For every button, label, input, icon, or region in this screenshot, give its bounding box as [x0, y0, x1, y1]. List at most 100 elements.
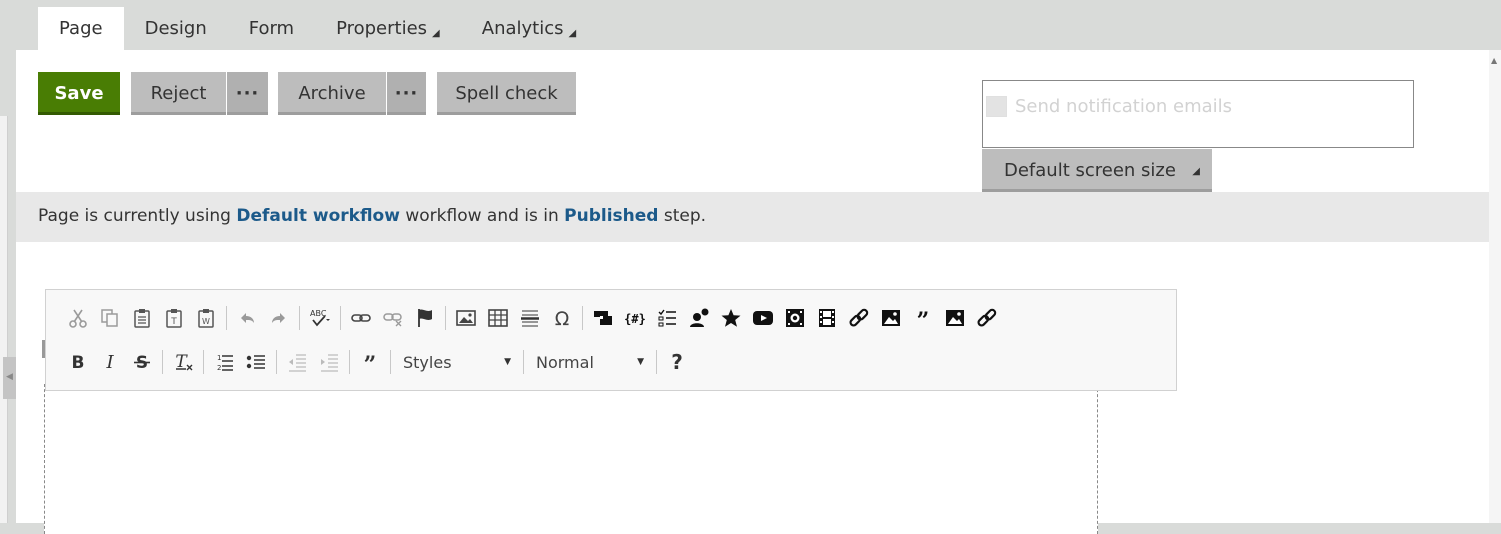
svg-text:Ω: Ω [555, 308, 570, 329]
anchor-icon[interactable] [409, 302, 441, 334]
tab-properties[interactable]: Properties ◢ [315, 7, 461, 50]
tab-form[interactable]: Form [228, 7, 315, 50]
cut-icon[interactable] [62, 302, 94, 334]
toolbar-separator [203, 350, 204, 374]
svg-text:W: W [202, 317, 210, 326]
tab-page[interactable]: Page [38, 7, 124, 50]
workflow-info-prefix: Page is currently using [38, 206, 237, 226]
outdent-icon[interactable] [281, 346, 313, 378]
macro-icon[interactable]: {#} [619, 302, 651, 334]
special-char-icon[interactable]: Ω [546, 302, 578, 334]
svg-text:”: ” [364, 352, 377, 373]
editor-content-area[interactable] [44, 384, 1098, 534]
copy-icon[interactable] [94, 302, 126, 334]
workflow-info-text: Page is currently using Default workflow… [38, 206, 706, 226]
toolbar-separator [656, 350, 657, 374]
image-icon[interactable] [450, 302, 482, 334]
vertical-scrollbar[interactable]: ▲ [1489, 50, 1501, 523]
italic-icon[interactable]: I [94, 346, 126, 378]
film-icon[interactable] [811, 302, 843, 334]
help-icon[interactable]: ? [661, 346, 693, 378]
quick-link-icon[interactable] [843, 302, 875, 334]
spell-check-button[interactable]: Spell check [437, 72, 576, 115]
format-dropdown-label: Normal [536, 352, 594, 372]
dropdown-arrow-icon: ▼ [637, 357, 644, 367]
tab-analytics[interactable]: Analytics ◢ [461, 7, 597, 50]
svg-text:2: 2 [217, 364, 221, 372]
screen-size-dropdown[interactable]: Default screen size ◢ [982, 149, 1212, 192]
toolbar-row-1: T W ABC Ω {#} ” [62, 302, 1003, 334]
tab-label: Analytics [481, 18, 564, 39]
insert-link-icon[interactable] [971, 302, 1003, 334]
caret-down-icon: ◢ [1192, 166, 1200, 177]
toolbar-separator [162, 350, 163, 374]
workflow-info-middle: workflow and is in [399, 206, 565, 226]
star-icon[interactable] [715, 302, 747, 334]
format-dropdown[interactable]: Normal ▼ [528, 348, 652, 376]
spellcheck-icon[interactable]: ABC [304, 302, 336, 334]
redo-icon[interactable] [263, 302, 295, 334]
save-button[interactable]: Save [38, 72, 120, 115]
workflow-step-link[interactable]: Published [564, 206, 658, 226]
paste-word-icon[interactable]: W [190, 302, 222, 334]
remove-format-icon[interactable]: T [167, 346, 199, 378]
media-icon[interactable] [779, 302, 811, 334]
tab-label: Design [144, 18, 207, 39]
scroll-up-icon[interactable]: ▲ [1491, 56, 1497, 65]
paste-icon[interactable] [126, 302, 158, 334]
svg-text:B: B [72, 353, 85, 373]
user-add-icon[interactable] [683, 302, 715, 334]
archive-button[interactable]: Archive [278, 72, 386, 115]
paste-text-icon[interactable]: T [158, 302, 190, 334]
bullet-list-icon[interactable] [240, 346, 272, 378]
horizontal-line-icon[interactable] [514, 302, 546, 334]
toolbar-separator [390, 350, 391, 374]
svg-text:”: ” [917, 308, 930, 329]
reject-button[interactable]: Reject [131, 72, 226, 115]
tab-label: Page [59, 18, 103, 39]
quote-icon[interactable]: ” [907, 302, 939, 334]
svg-text:1: 1 [217, 354, 221, 362]
tab-bar: Page Design Form Properties ◢ Analytics ◢ [38, 7, 597, 50]
help-label: ? [671, 350, 683, 374]
styles-dropdown[interactable]: Styles ▼ [395, 348, 519, 376]
notification-panel: Send notification emails [982, 80, 1414, 148]
toolbar-separator [276, 350, 277, 374]
toolbar-separator [340, 306, 341, 330]
toolbar-separator [226, 306, 227, 330]
toolbar-separator [582, 306, 583, 330]
dropdown-arrow-icon: ▼ [504, 357, 511, 367]
toolbar-separator [523, 350, 524, 374]
workflow-info-bar: Page is currently using Default workflow… [16, 192, 1489, 242]
table-icon[interactable] [482, 302, 514, 334]
caret-down-icon: ◢ [432, 28, 440, 39]
link-icon[interactable] [345, 302, 377, 334]
workflow-name-link[interactable]: Default workflow [236, 206, 400, 226]
undo-icon[interactable] [231, 302, 263, 334]
numbered-list-icon[interactable]: 12 [208, 346, 240, 378]
indent-icon[interactable] [313, 346, 345, 378]
workflow-info-suffix: step. [658, 206, 707, 226]
strikethrough-icon[interactable]: S [126, 346, 158, 378]
bold-icon[interactable]: B [62, 346, 94, 378]
unlink-icon[interactable] [377, 302, 409, 334]
collapse-arrow-icon: ◀ [6, 372, 13, 382]
left-panel-strip: ◀ [0, 0, 16, 523]
insert-image-icon[interactable] [939, 302, 971, 334]
panel-collapse-handle[interactable]: ◀ [3, 357, 16, 399]
editor-toolbar: T W ABC Ω {#}” B I S T 1 2” Styles ▼ Normal ▼? [45, 289, 1177, 391]
tab-design[interactable]: Design [124, 7, 228, 50]
send-notification-checkbox[interactable] [986, 96, 1007, 117]
left-panel-edge [0, 116, 8, 523]
toolbar-separator [445, 306, 446, 330]
svg-text:T: T [170, 317, 177, 327]
archive-more-button[interactable]: ··· [387, 72, 426, 115]
image-gallery-icon[interactable] [875, 302, 907, 334]
youtube-icon[interactable] [747, 302, 779, 334]
reject-more-button[interactable]: ··· [227, 72, 268, 115]
widget-icon[interactable] [587, 302, 619, 334]
checklist-icon[interactable] [651, 302, 683, 334]
blockquote-icon[interactable]: ” [354, 346, 386, 378]
caret-down-icon: ◢ [568, 28, 577, 39]
screen-size-label: Default screen size [1004, 160, 1176, 181]
